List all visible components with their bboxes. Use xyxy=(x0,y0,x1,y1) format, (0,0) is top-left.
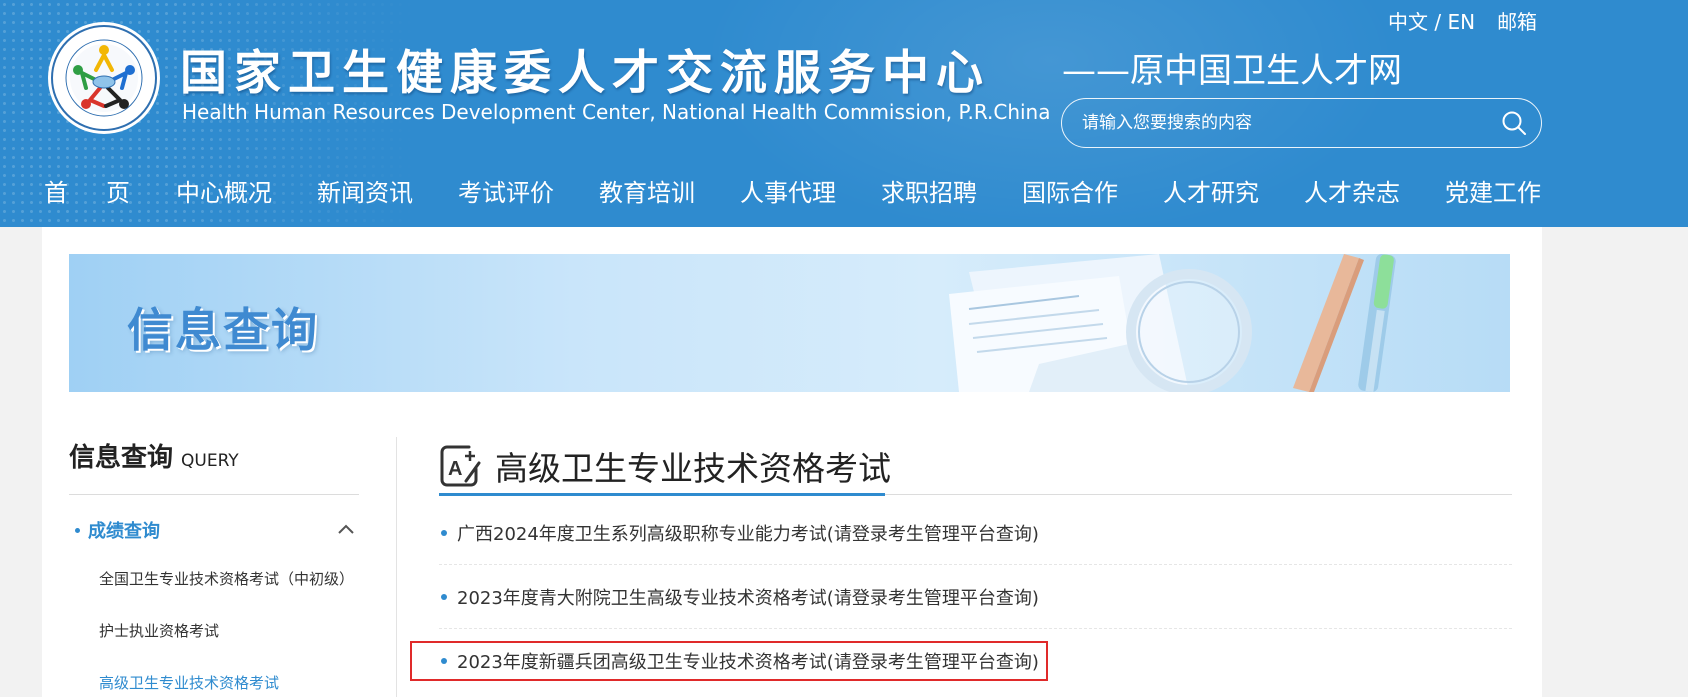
main-panel: A 高级卫生专业技术资格考试 广西2024年度卫生系列高级职称专业能力考试(请登… xyxy=(410,437,1512,697)
page-banner: 信息查询 xyxy=(69,254,1510,392)
nav-item-news[interactable]: 新闻资讯 xyxy=(317,173,413,208)
magnifier-document-illustration xyxy=(949,254,1396,392)
nav-item-about[interactable]: 中心概况 xyxy=(176,173,272,208)
top-links: 中文 / EN 邮箱 xyxy=(1388,6,1537,35)
sidebar-group-text: 成绩查询 xyxy=(88,521,160,542)
search-icon[interactable] xyxy=(1499,108,1529,138)
svg-text:A: A xyxy=(448,458,462,480)
vertical-divider xyxy=(396,437,397,697)
nav-item-exam[interactable]: 考试评价 xyxy=(458,173,554,208)
main-header: A 高级卫生专业技术资格考试 xyxy=(439,437,1512,496)
sidebar-item-senior-exam[interactable]: 高级卫生专业技术资格考试 xyxy=(69,657,359,697)
organization-logo-icon[interactable] xyxy=(46,20,162,136)
sidebar-item-national-exam[interactable]: 全国卫生专业技术资格考试（中初级） xyxy=(69,553,359,605)
mail-link[interactable]: 邮箱 xyxy=(1497,6,1537,35)
nav-item-home[interactable]: 首页 xyxy=(44,173,168,208)
banner-title: 信息查询 xyxy=(127,303,319,357)
list-item-text[interactable]: 2023年度新疆兵团高级卫生专业技术资格考试(请登录考生管理平台查询) xyxy=(457,648,1039,674)
sidebar-sub-list: 全国卫生专业技术资格考试（中初级） 护士执业资格考试 高级卫生专业技术资格考试 xyxy=(69,553,359,697)
language-switch-link[interactable]: 中文 / EN xyxy=(1388,6,1475,35)
result-list: 广西2024年度卫生系列高级职称专业能力考试(请登录考生管理平台查询) 2023… xyxy=(410,501,1512,693)
nav-item-jobs[interactable]: 求职招聘 xyxy=(881,173,977,208)
bullet-dot-icon xyxy=(441,658,447,664)
nav-item-international[interactable]: 国际合作 xyxy=(1022,173,1118,208)
nav-item-magazine[interactable]: 人才杂志 xyxy=(1304,173,1400,208)
list-item[interactable]: 2023年度新疆兵团高级卫生专业技术资格考试(请登录考生管理平台查询) xyxy=(410,629,1512,693)
section-title: 高级卫生专业技术资格考试 xyxy=(495,448,891,488)
nav-item-education[interactable]: 教育培训 xyxy=(599,173,695,208)
content-area: 信息查询 信息查询 QUERY 成绩查询 全国卫生专业技术资格考试（中初级） 护… xyxy=(42,227,1542,697)
sidebar-title: 信息查询 QUERY xyxy=(69,437,359,495)
sidebar-title-en: QUERY xyxy=(181,451,239,471)
list-item-text[interactable]: 2023年度青大附院卫生高级专业技术资格考试(请登录考生管理平台查询) xyxy=(457,584,1039,610)
main-nav: 首页 中心概况 新闻资讯 考试评价 教育培训 人事代理 求职招聘 国际合作 人才… xyxy=(44,170,1586,210)
bullet-dot-icon xyxy=(75,527,80,533)
search-box xyxy=(1061,98,1542,148)
bullet-dot-icon xyxy=(441,593,447,600)
site-slogan: ——原中国卫生人才网 xyxy=(1062,51,1402,91)
site-header: 国家卫生健康委人才交流服务中心 Health Human Resources D… xyxy=(0,0,1688,227)
nav-item-research[interactable]: 人才研究 xyxy=(1163,173,1259,208)
sidebar-title-cn: 信息查询 xyxy=(69,443,174,473)
nav-item-personnel[interactable]: 人事代理 xyxy=(740,173,836,208)
chevron-up-icon[interactable] xyxy=(335,519,357,541)
bullet-dot-icon xyxy=(441,529,447,536)
edit-text-icon: A xyxy=(440,445,481,486)
list-item-text[interactable]: 广西2024年度卫生系列高级职称专业能力考试(请登录考生管理平台查询) xyxy=(457,520,1039,546)
sidebar: 信息查询 QUERY 成绩查询 全国卫生专业技术资格考试（中初级） 护士执业资格… xyxy=(69,437,359,697)
search-input[interactable] xyxy=(1062,99,1499,147)
sidebar-group-label: 成绩查询 xyxy=(75,517,160,543)
sidebar-group-scores[interactable]: 成绩查询 xyxy=(69,515,359,545)
sidebar-item-nurse-exam[interactable]: 护士执业资格考试 xyxy=(69,605,359,657)
site-title: 国家卫生健康委人才交流服务中心 xyxy=(180,46,990,101)
site-subtitle-en: Health Human Resources Development Cente… xyxy=(182,100,1051,124)
nav-item-party[interactable]: 党建工作 xyxy=(1445,173,1541,208)
list-item[interactable]: 广西2024年度卫生系列高级职称专业能力考试(请登录考生管理平台查询) xyxy=(439,501,1512,565)
list-item[interactable]: 2023年度青大附院卫生高级专业技术资格考试(请登录考生管理平台查询) xyxy=(439,565,1512,629)
